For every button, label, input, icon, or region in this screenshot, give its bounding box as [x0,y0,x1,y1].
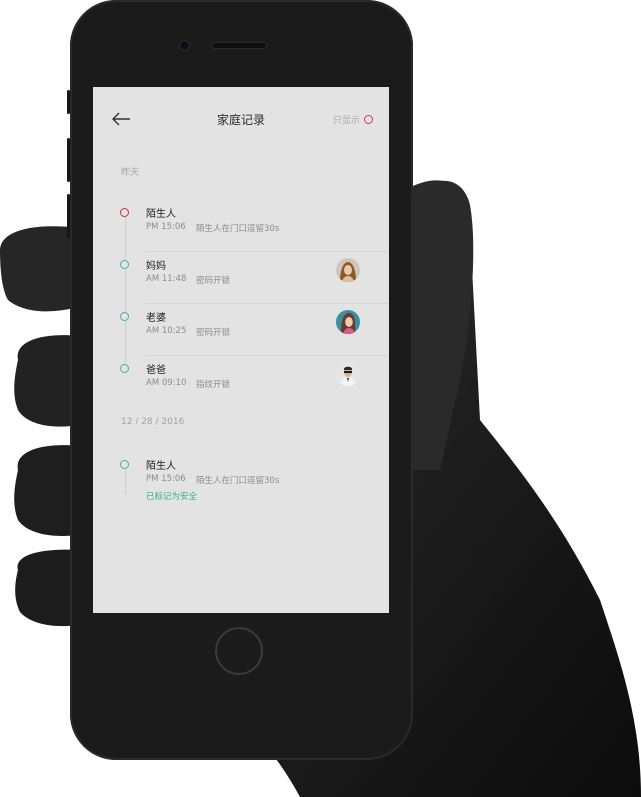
safe-mark-label: 已标记为安全 [146,492,198,502]
ok-status-icon [120,312,129,321]
entry-name: 陌生人 [146,461,176,472]
entry-desc: 密码开锁 [196,276,231,286]
entry-time: PM 15:06 [146,474,186,484]
app-screen: 家庭记录 只显示 昨天 陌生人 PM 15:06 陌生人在门口逗留30s 妈妈 … [93,87,389,613]
ok-status-icon [120,364,129,373]
entry-name: 妈妈 [146,261,166,272]
divider [146,303,389,304]
section-date: 12 / 28 / 2016 [121,417,185,427]
entry-name: 老婆 [146,313,166,324]
ok-status-icon [120,460,129,469]
section-date: 昨天 [121,168,140,178]
front-camera [180,41,189,50]
ok-status-icon [120,260,129,269]
list-item[interactable]: 爸爸 AM 09:10 指纹开锁 [93,358,389,408]
filter-toggle[interactable]: 只显示 [333,113,373,126]
list-item[interactable]: 陌生人 PM 15:06 陌生人在门口逗留30s [93,202,389,252]
volume-down-button [67,194,70,238]
alert-status-icon [120,208,129,217]
volume-up-button [67,138,70,182]
list-item[interactable]: 老婆 AM 10:25 密码开锁 [93,306,389,356]
entry-time: AM 10:25 [146,326,187,336]
earpiece-speaker [212,43,266,48]
divider [146,251,389,252]
entry-name: 爸爸 [146,365,166,376]
divider [146,355,389,356]
list-item[interactable]: 陌生人 PM 15:06 陌生人在门口逗留30s 已标记为安全 [93,454,389,504]
entry-desc: 陌生人在门口逗留30s [196,224,280,234]
avatar-wife [336,310,360,334]
entry-time: PM 15:06 [146,222,186,232]
entry-time: AM 11:48 [146,274,187,284]
entry-name: 陌生人 [146,209,176,220]
timeline-section-1: 陌生人 PM 15:06 陌生人在门口逗留30s 妈妈 AM 11:48 密码开… [93,202,389,390]
home-button[interactable] [215,627,263,675]
timeline-section-2: 陌生人 PM 15:06 陌生人在门口逗留30s 已标记为安全 [93,454,389,514]
avatar-mom [336,258,360,282]
entry-time: AM 09:10 [146,378,187,388]
mute-switch [67,90,70,114]
avatar-dad [336,362,360,386]
entry-desc: 指纹开锁 [196,380,231,390]
entry-desc: 密码开锁 [196,328,231,338]
filter-label: 只显示 [332,116,360,126]
alert-filter-icon[interactable] [364,115,373,124]
nav-bar: 家庭记录 只显示 [93,87,389,151]
entry-desc: 陌生人在门口逗留30s [196,476,280,486]
list-item[interactable]: 妈妈 AM 11:48 密码开锁 [93,254,389,304]
